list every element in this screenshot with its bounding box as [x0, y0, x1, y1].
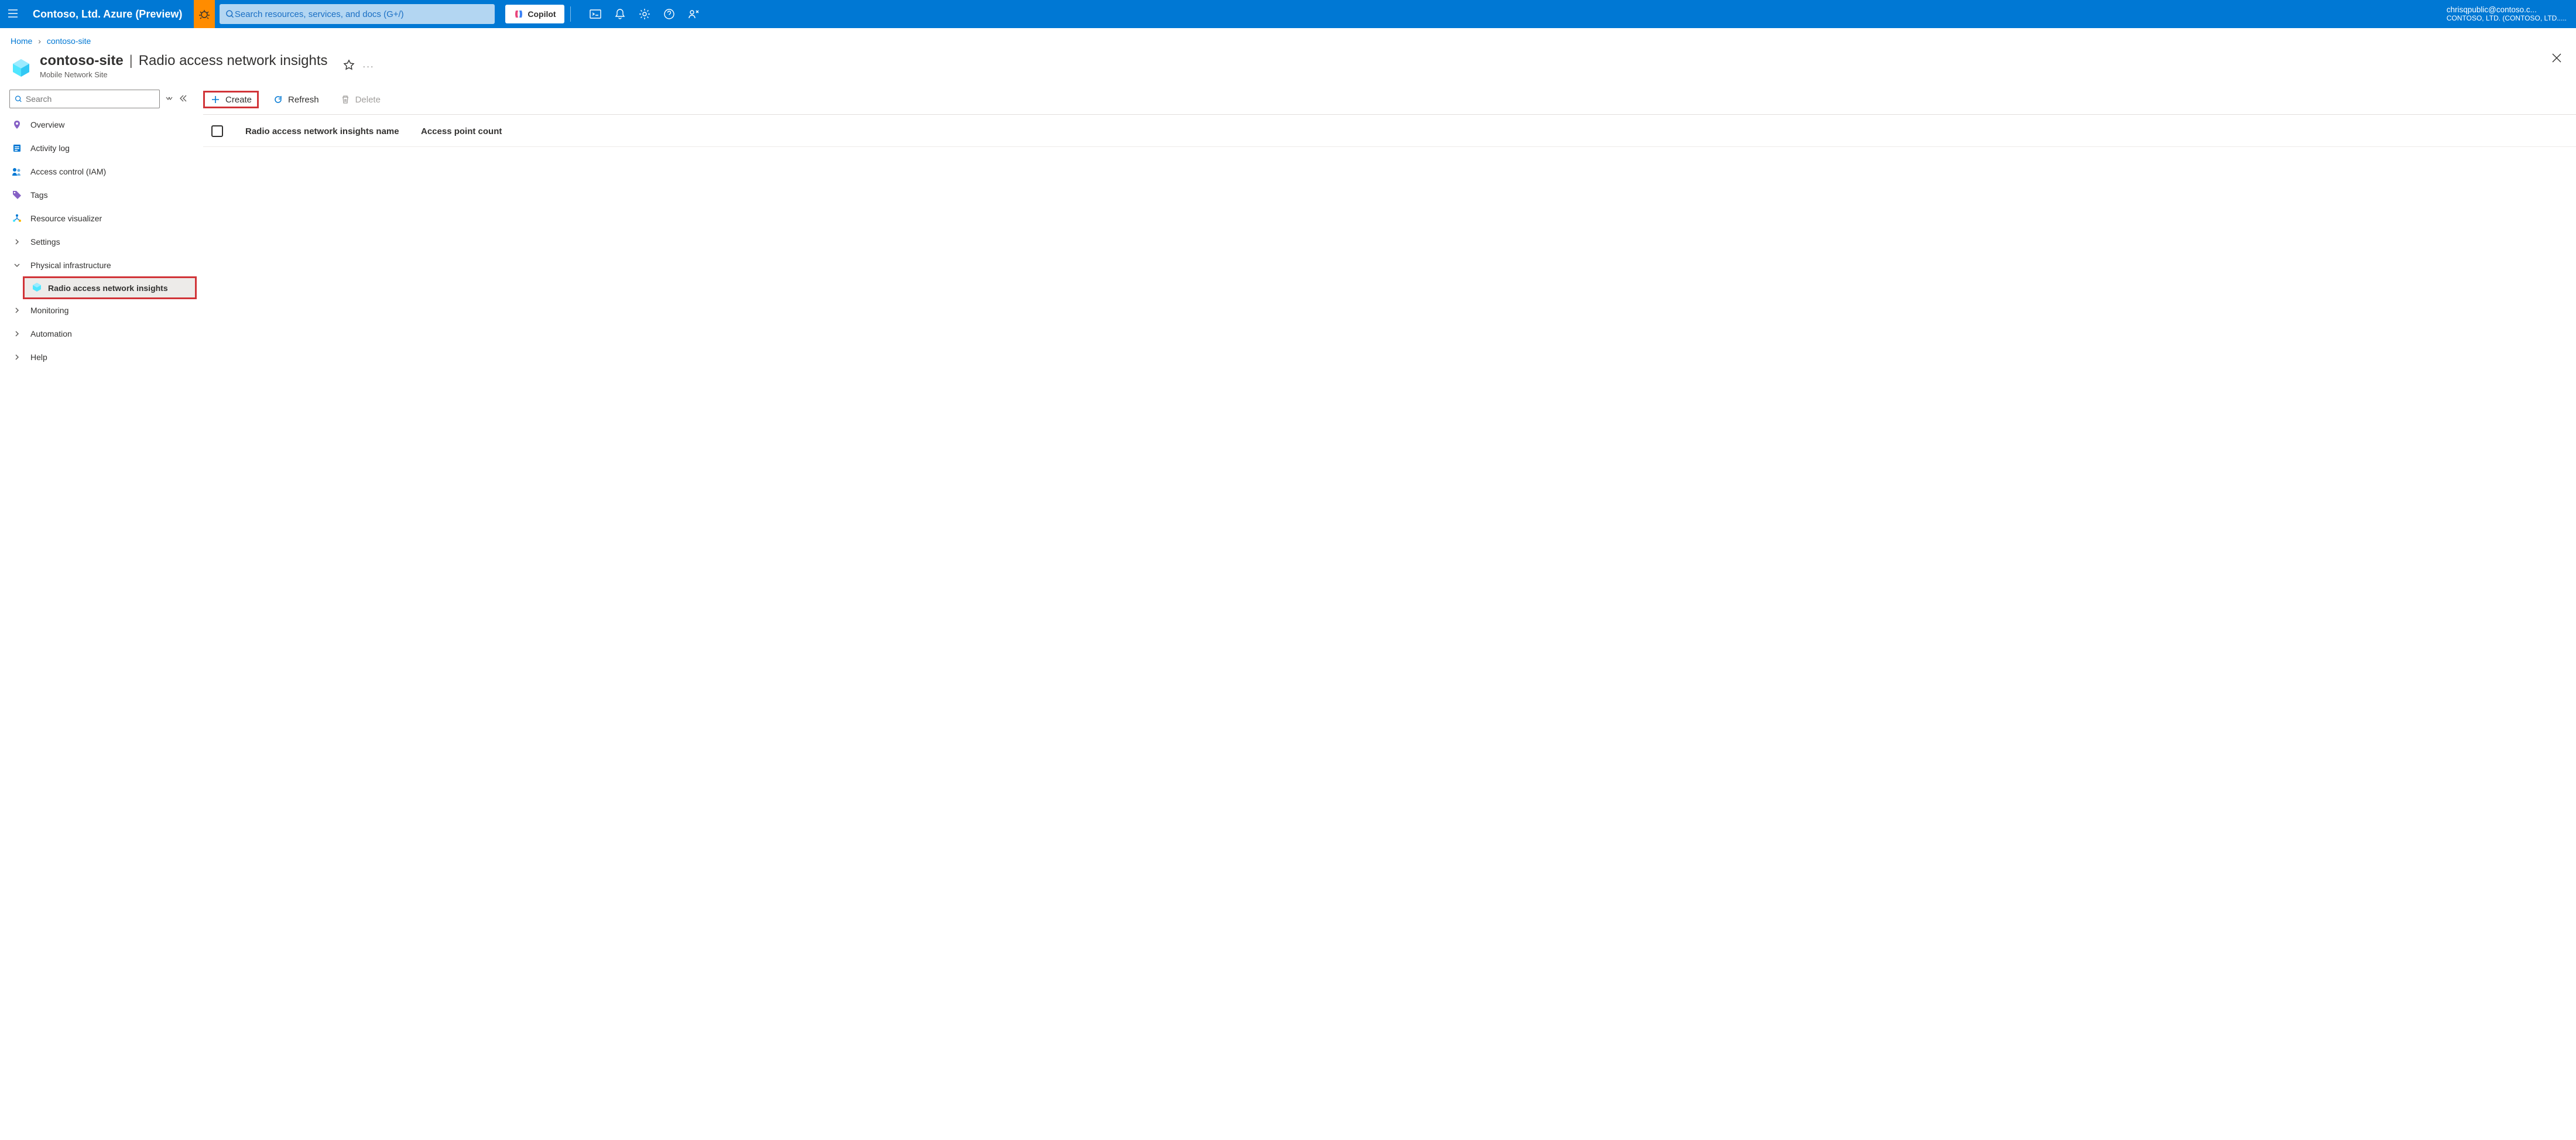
radio-insights-icon	[32, 282, 42, 294]
delete-label: Delete	[355, 95, 381, 105]
command-bar: Create Refresh Delete	[203, 92, 2576, 115]
expand-toggle-icon[interactable]	[166, 94, 173, 105]
favorite-icon[interactable]	[343, 59, 355, 73]
search-icon	[225, 9, 234, 19]
activity-log-icon	[12, 143, 22, 153]
tags-icon	[12, 190, 22, 200]
page-title-block: contoso-site | Radio access network insi…	[40, 53, 328, 79]
title-separator: |	[129, 53, 133, 69]
plus-icon	[210, 94, 221, 105]
refresh-icon	[273, 94, 283, 105]
chevron-right-icon	[12, 305, 22, 316]
breadcrumb-home[interactable]: Home	[11, 36, 32, 46]
access-control-icon	[12, 166, 22, 177]
page-title-row: contoso-site | Radio access network insi…	[0, 49, 2576, 81]
collapse-icon[interactable]	[179, 94, 188, 104]
notifications-icon[interactable]	[614, 8, 626, 20]
global-search[interactable]	[220, 4, 495, 24]
copilot-label: Copilot	[527, 9, 556, 19]
sidebar-item-label: Settings	[30, 237, 60, 247]
column-name[interactable]: Radio access network insights name	[245, 126, 421, 136]
sidebar-search[interactable]	[9, 90, 160, 108]
resource-type-label: Mobile Network Site	[40, 70, 328, 79]
account-directory: CONTOSO, LTD. (CONTOSO, LTD.....	[2447, 15, 2567, 23]
sidebar-item-activity-log[interactable]: Activity log	[0, 136, 196, 160]
sidebar-item-label: Overview	[30, 120, 64, 129]
breadcrumb-current[interactable]: contoso-site	[47, 36, 91, 46]
chevron-right-icon	[12, 328, 22, 339]
more-icon[interactable]: ···	[363, 61, 375, 71]
separator	[570, 6, 571, 22]
refresh-label: Refresh	[288, 95, 319, 105]
header-left: Contoso, Ltd. Azure (Preview)	[0, 8, 194, 21]
sidebar-item-label: Radio access network insights	[48, 283, 168, 293]
sidebar-item-settings[interactable]: Settings	[0, 230, 196, 254]
account-email: chrisqpublic@contoso.c...	[2447, 5, 2567, 15]
sidebar-item-label: Monitoring	[30, 306, 68, 315]
chevron-right-icon	[12, 352, 22, 362]
copilot-button[interactable]: Copilot	[505, 5, 564, 23]
sidebar-item-access-control[interactable]: Access control (IAM)	[0, 160, 196, 183]
cloud-shell-icon[interactable]	[590, 8, 601, 20]
help-icon[interactable]	[663, 8, 675, 20]
feedback-icon[interactable]	[688, 8, 700, 20]
body-split: Overview Activity log Access control (IA…	[0, 81, 2576, 369]
breadcrumb: Home › contoso-site	[0, 28, 2576, 49]
sidebar-item-label: Automation	[30, 329, 72, 338]
account-menu[interactable]: chrisqpublic@contoso.c... CONTOSO, LTD. …	[2447, 5, 2576, 22]
sidebar-item-physical-infrastructure[interactable]: Physical infrastructure	[0, 254, 196, 277]
delete-icon	[340, 94, 351, 105]
sidebar-item-resource-visualizer[interactable]: Resource visualizer	[0, 207, 196, 230]
preview-bug-icon[interactable]	[194, 0, 215, 28]
chevron-right-icon	[12, 237, 22, 247]
select-all-checkbox[interactable]	[211, 125, 223, 137]
sidebar-item-radio-insights[interactable]: Radio access network insights	[23, 277, 196, 299]
title-actions: ···	[343, 59, 375, 73]
top-header: Contoso, Ltd. Azure (Preview) Copilot	[0, 0, 2576, 28]
sidebar-item-monitoring[interactable]: Monitoring	[0, 299, 196, 322]
brand-title[interactable]: Contoso, Ltd. Azure (Preview)	[26, 8, 194, 20]
sidebar-item-help[interactable]: Help	[0, 345, 196, 369]
resource-icon	[11, 57, 32, 78]
sidebar-item-label: Physical infrastructure	[30, 261, 111, 270]
sidebar-subgroup-physical: Radio access network insights	[0, 277, 196, 299]
header-icon-group	[590, 8, 700, 20]
sidebar-search-row	[0, 90, 196, 113]
create-button[interactable]: Create	[204, 92, 258, 107]
column-count[interactable]: Access point count	[421, 126, 538, 136]
global-search-input[interactable]	[235, 9, 489, 19]
sidebar-item-tags[interactable]: Tags	[0, 183, 196, 207]
overview-icon	[12, 119, 22, 130]
settings-icon[interactable]	[639, 8, 650, 20]
delete-button: Delete	[334, 92, 386, 107]
create-label: Create	[225, 95, 252, 105]
sidebar-item-label: Resource visualizer	[30, 214, 102, 223]
refresh-button[interactable]: Refresh	[267, 92, 325, 107]
sidebar-item-automation[interactable]: Automation	[0, 322, 196, 345]
resource-name: contoso-site	[40, 53, 124, 69]
hamburger-icon[interactable]	[7, 8, 19, 21]
sidebar-item-overview[interactable]: Overview	[0, 113, 196, 136]
sidebar: Overview Activity log Access control (IA…	[0, 81, 196, 369]
page-title: Radio access network insights	[139, 53, 328, 69]
resource-visualizer-icon	[12, 213, 22, 224]
sidebar-search-input[interactable]	[26, 94, 155, 104]
table-header: Radio access network insights name Acces…	[203, 115, 2576, 147]
sidebar-item-label: Activity log	[30, 143, 70, 153]
sidebar-item-label: Access control (IAM)	[30, 167, 106, 176]
sidebar-item-label: Tags	[30, 190, 48, 200]
sidebar-item-label: Help	[30, 352, 47, 362]
close-icon[interactable]	[2551, 53, 2563, 64]
copilot-icon	[513, 9, 524, 19]
main-content: Create Refresh Delete Radio access netwo…	[196, 81, 2576, 369]
chevron-down-icon	[12, 260, 22, 271]
search-icon	[15, 95, 22, 103]
chevron-right-icon: ›	[38, 36, 41, 46]
